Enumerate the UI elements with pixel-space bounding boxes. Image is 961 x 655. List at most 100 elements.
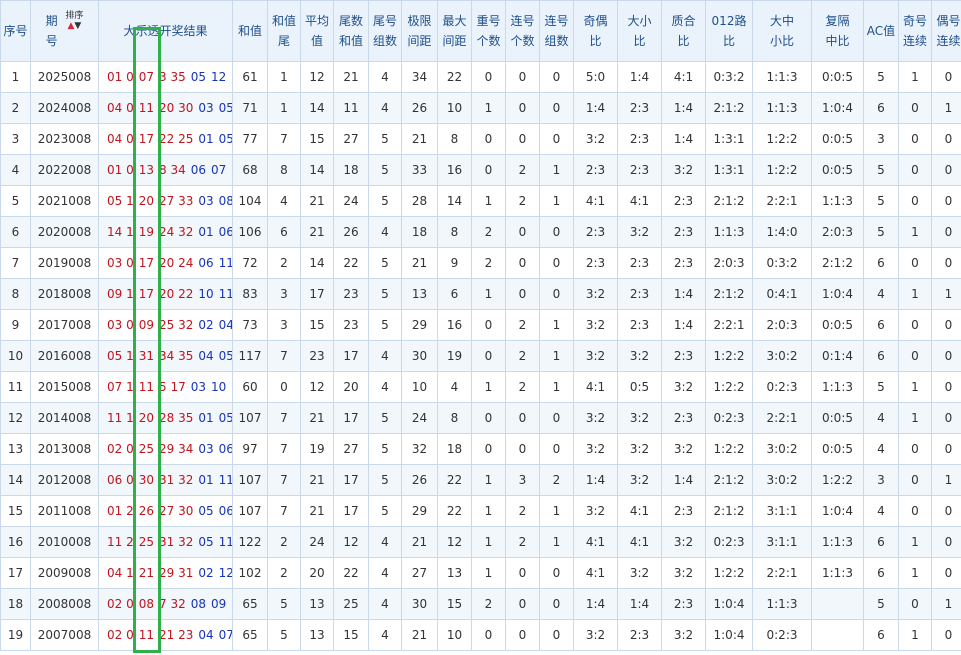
cell-big-small: 1:4: [617, 61, 662, 93]
table-row: 4 2022008 01 0 13 8 34 06 07 68 8 14 18 5 33 16 0 2 1 2:3…: [0, 154, 961, 186]
cell-even-c: 1: [931, 464, 961, 496]
header-period[interactable]: 期号 排序 ▲▼: [30, 0, 99, 62]
red-ball-number: 13: [138, 163, 154, 177]
cell-rep-gap: 1:2:2: [811, 464, 864, 496]
cell-consec-group: 0: [539, 247, 574, 279]
red-ball-number: 20 30: [159, 101, 194, 115]
cell-prime-comp: 2:3: [661, 340, 706, 372]
cell-odd-even: 3:2: [573, 123, 618, 155]
cell-ac: 5: [863, 216, 899, 248]
cell-even-c: 0: [931, 402, 961, 434]
cell-tail-sum: 20: [333, 371, 369, 403]
cell-sum-tail: 4: [267, 185, 301, 217]
red-ball-number: 05 1: [107, 349, 134, 363]
cell-seq: 15: [0, 495, 31, 527]
cell-tail-sum: 27: [333, 433, 369, 465]
cell-sum: 107: [232, 464, 268, 496]
blue-ball-number: 04: [198, 349, 214, 363]
cell-extreme-gap: 13: [401, 278, 438, 310]
cell-seq: 3: [0, 123, 31, 155]
cell-ac: 3: [863, 123, 899, 155]
cell-consec-group: 0: [539, 278, 574, 310]
cell-odd-c: 1: [898, 216, 932, 248]
cell-repeat: 1: [471, 185, 506, 217]
red-ball-number: 11: [138, 380, 154, 394]
cell-repeat: 0: [471, 619, 506, 651]
draw-result-cell: 11 2 25 31 32 05 11: [98, 526, 233, 558]
red-ball-number: 20: [138, 411, 154, 425]
cell-period: 2017008: [30, 309, 99, 341]
cell-extreme-gap: 27: [401, 557, 438, 589]
sort-label: 排序: [65, 10, 84, 21]
cell-avg: 20: [300, 557, 334, 589]
cell-ac: 5: [863, 154, 899, 186]
cell-tail-sum: 17: [333, 340, 369, 372]
header-sum-tail: 和值尾: [267, 0, 301, 62]
cell-road012: 2:1:2: [705, 185, 753, 217]
cell-seq: 5: [0, 185, 31, 217]
cell-max-gap: 9: [437, 247, 472, 279]
cell-seq: 19: [0, 619, 31, 651]
cell-consec-count: 2: [505, 495, 540, 527]
table-row: 1 2025008 01 0 07 3 35 05 12 61 1 12 21 4 34 22 0 0 0 5:0…: [0, 61, 961, 93]
red-ball-number: 19: [138, 225, 154, 239]
cell-sum: 65: [232, 619, 268, 651]
red-ball-number: 28 35: [159, 411, 194, 425]
cell-avg: 12: [300, 61, 334, 93]
cell-big-small: 2:3: [617, 309, 662, 341]
red-ball-number: 21: [138, 566, 154, 580]
cell-sum-tail: 5: [267, 588, 301, 620]
cell-tail-sum: 11: [333, 92, 369, 124]
cell-rep-gap: 1:0:4: [811, 495, 864, 527]
cell-consec-group: 0: [539, 61, 574, 93]
cell-odd-even: 1:4: [573, 464, 618, 496]
blue-ball-number: 12: [218, 566, 233, 580]
cell-period: 2016008: [30, 340, 99, 372]
cell-even-c: 0: [931, 216, 961, 248]
cell-consec-count: 2: [505, 340, 540, 372]
cell-period: 2019008: [30, 247, 99, 279]
red-ball-number: 02 0: [107, 628, 134, 642]
cell-big-small: 4:1: [617, 495, 662, 527]
table-row: 6 2020008 14 1 19 24 32 01 06 106 6 21 26 4 18 8 2 0 0 2:…: [0, 216, 961, 248]
cell-tail-sum: 24: [333, 185, 369, 217]
cell-rep-gap: [811, 588, 864, 620]
red-ball-number: 03 0: [107, 318, 134, 332]
draw-result-cell: 14 1 19 24 32 01 06: [98, 216, 233, 248]
cell-max-gap: 4: [437, 371, 472, 403]
header-row: 序号 期号 排序 ▲▼ 大乐透开奖结果 和值 和值尾 平均值 尾数 和值 尾号 组数…: [0, 0, 961, 62]
cell-max-gap: 6: [437, 278, 472, 310]
table-row: 17 2009008 04 1 21 29 31 02 12 102 2 20 22 4 27 13 1 0 0…: [0, 557, 961, 589]
cell-rep-gap: 1:1:3: [811, 371, 864, 403]
red-ball-number: 20 22: [159, 287, 194, 301]
cell-consec-count: 0: [505, 557, 540, 589]
red-ball-number: 14 1: [107, 225, 134, 239]
cell-consec-group: 0: [539, 92, 574, 124]
cell-bms: 1:1:3: [752, 61, 812, 93]
cell-ac: 4: [863, 278, 899, 310]
cell-odd-c: 1: [898, 61, 932, 93]
cell-odd-c: 1: [898, 402, 932, 434]
cell-seq: 9: [0, 309, 31, 341]
blue-ball-number: 12: [211, 70, 227, 84]
sort-down-icon[interactable]: ▼: [74, 21, 81, 31]
cell-ac: 6: [863, 247, 899, 279]
table-row: 10 2016008 05 1 31 34 35 04 05 117 7 23 17 4 30 19 0 2 1…: [0, 340, 961, 372]
red-ball-number: 31 32: [159, 535, 194, 549]
cell-even-c: 0: [931, 371, 961, 403]
cell-bms: 1:4:0: [752, 216, 812, 248]
cell-prime-comp: 4:1: [661, 61, 706, 93]
sort-control[interactable]: 排序 ▲▼: [65, 11, 83, 31]
cell-consec-group: 1: [539, 340, 574, 372]
cell-consec-count: 2: [505, 309, 540, 341]
cell-big-small: 0:5: [617, 371, 662, 403]
cell-tail-sum: 17: [333, 464, 369, 496]
red-ball-number: 7 32: [159, 597, 186, 611]
cell-prime-comp: 3:2: [661, 619, 706, 651]
cell-tail-sum: 22: [333, 557, 369, 589]
cell-odd-c: 1: [898, 526, 932, 558]
blue-ball-number: 03: [190, 380, 206, 394]
cell-tail-sum: 12: [333, 526, 369, 558]
draw-result-cell: 02 0 25 29 34 03 06: [98, 433, 233, 465]
cell-max-gap: 22: [437, 495, 472, 527]
